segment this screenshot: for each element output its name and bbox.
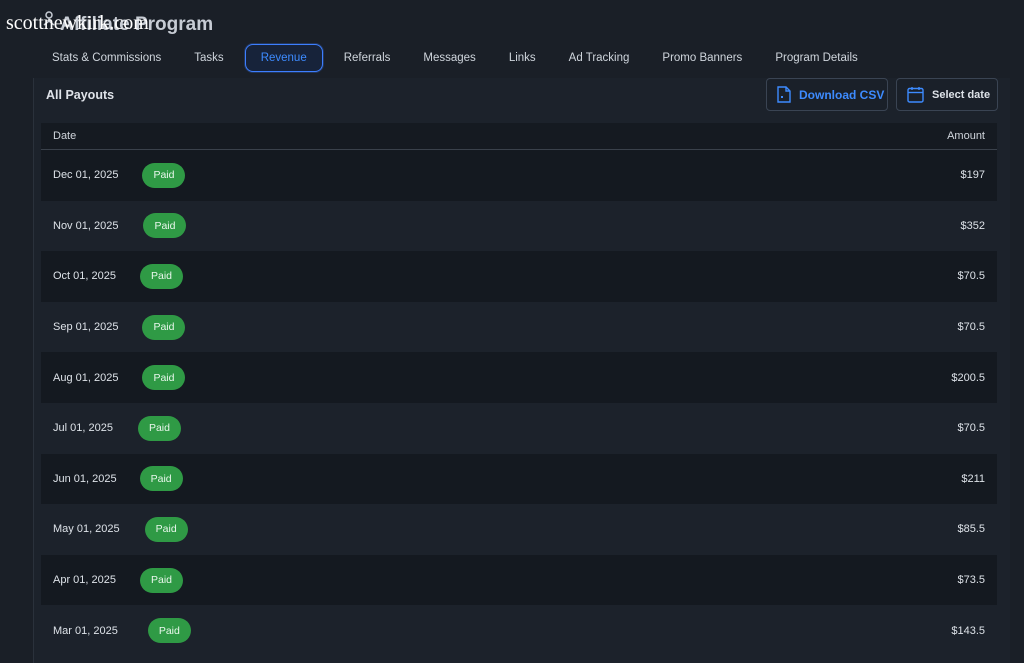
table-row: Nov 01, 2025 Paid $352 [41,200,997,252]
payout-amount: $70.5 [957,422,985,435]
row-date-status: Dec 01, 2025 Paid [53,162,186,188]
select-date-button[interactable]: Select date [896,78,998,111]
payout-date: Oct 01, 2025 [53,270,116,283]
payout-date: Dec 01, 2025 [53,169,119,182]
header: Affiliate Program scottnewkirk.com Stats… [0,0,1024,78]
table-row: Jul 01, 2025 Paid $70.5 [41,402,997,454]
tab-referrals[interactable]: Referrals [332,44,403,72]
payout-date: Sep 01, 2025 [53,321,119,334]
row-date-status: May 01, 2025 Paid [53,516,188,542]
table-row: Aug 01, 2025 Paid $200.5 [41,352,997,403]
row-date-status: Jun 01, 2025 Paid [53,466,183,492]
payout-amount: $200.5 [951,371,985,384]
row-date-status: Apr 01, 2025 Paid [53,567,184,593]
payout-date: Mar 01, 2025 [53,624,118,637]
row-date-status: Mar 01, 2025 Paid [53,618,191,644]
payout-date: Jun 01, 2025 [53,472,117,485]
row-date-status: Nov 01, 2025 Paid [53,213,187,239]
payout-amount: $143.5 [951,624,985,637]
file-csv-icon [777,86,791,103]
tab-links[interactable]: Links [497,44,548,72]
column-header-date: Date [53,130,77,142]
panel-title: All Payouts [46,88,115,102]
status-badge: Paid [140,567,184,593]
download-csv-label: Download CSV [799,87,885,102]
table-row: Sep 01, 2025 Paid $70.5 [41,301,997,353]
payout-date: Nov 01, 2025 [53,219,119,232]
payout-date: May 01, 2025 [53,523,120,536]
payout-amount: $70.5 [957,321,985,334]
status-badge: Paid [142,162,186,188]
download-csv-button[interactable]: Download CSV [766,78,888,111]
table-header: Date Amount [41,123,997,150]
payout-amount: $352 [960,219,985,232]
payout-date: Apr 01, 2025 [53,574,116,587]
status-badge: Paid [142,365,186,391]
calendar-icon [907,87,924,103]
tab-tasks[interactable]: Tasks [182,44,235,72]
row-date-status: Jul 01, 2025 Paid [53,415,181,441]
payout-amount: $211 [961,472,985,485]
status-badge: Paid [137,415,181,441]
select-date-label: Select date [932,88,991,101]
table-row: Jun 01, 2025 Paid $211 [41,453,997,505]
status-badge: Paid [144,516,188,542]
status-badge: Paid [142,314,186,340]
payouts-table: Date Amount Dec 01, 2025 Paid $197 Nov 01, … [41,123,997,656]
table-body: Dec 01, 2025 Paid $197 Nov 01, 2025 Paid $352… [41,150,997,656]
tab-revenue[interactable]: Revenue [244,44,323,72]
tab-promo-banners[interactable]: Promo Banners [650,44,754,72]
status-badge: Paid [139,466,183,492]
row-date-status: Aug 01, 2025 Paid [53,365,186,391]
payouts-panel: All Payouts Download CSV Select date Dat… [33,78,1010,663]
site-watermark-label: scottnewkirk.com [6,12,149,34]
tab-messages[interactable]: Messages [411,44,487,72]
payout-amount: $197 [960,169,985,182]
table-row: Dec 01, 2025 Paid $197 [41,150,997,201]
table-row: Oct 01, 2025 Paid $70.5 [41,251,997,302]
table-row: May 01, 2025 Paid $85.5 [41,504,997,555]
payout-date: Aug 01, 2025 [53,371,119,384]
payout-date: Jul 01, 2025 [53,422,113,435]
payout-amount: $70.5 [957,270,985,283]
tab-bar: Stats & Commissions Tasks Revenue Referr… [40,42,879,74]
payout-amount: $85.5 [957,523,985,536]
tab-ad-tracking[interactable]: Ad Tracking [557,44,642,72]
status-badge: Paid [147,618,191,644]
status-badge: Paid [140,263,184,289]
row-date-status: Sep 01, 2025 Paid [53,314,186,340]
status-badge: Paid [143,213,187,239]
payout-amount: $73.5 [957,574,985,587]
tab-program-details[interactable]: Program Details [763,44,869,72]
column-header-amount: Amount [947,130,985,142]
tab-stats-commissions[interactable]: Stats & Commissions [40,44,173,72]
table-row: Mar 01, 2025 Paid $143.5 [41,605,997,656]
table-row: Apr 01, 2025 Paid $73.5 [41,554,997,606]
row-date-status: Oct 01, 2025 Paid [53,263,184,289]
